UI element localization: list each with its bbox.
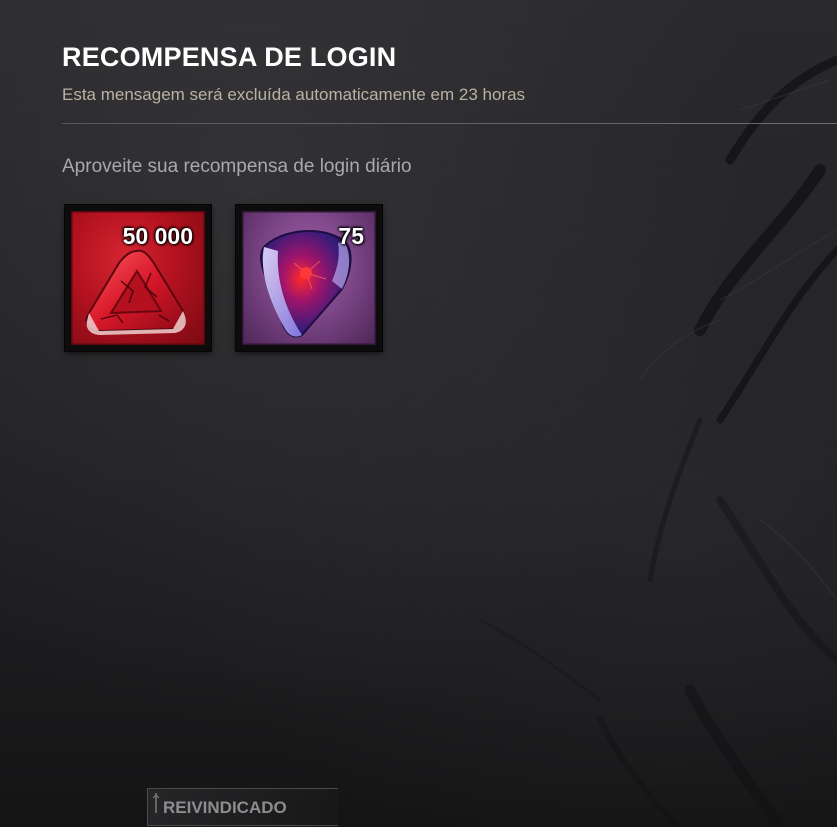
message-panel: RECOMPENSA DE LOGIN Esta mensagem será e…	[0, 0, 837, 827]
message-body: Aproveite sua recompensa de login diário	[62, 156, 412, 177]
auto-delete-notice: Esta mensagem será excluída automaticame…	[62, 85, 526, 104]
reward-tile: 50 000	[71, 211, 205, 345]
header-divider	[62, 123, 837, 124]
reward-amount: 50 000	[122, 223, 193, 249]
message-title: RECOMPENSA DE LOGIN	[62, 42, 397, 72]
claim-status-icon	[152, 793, 160, 813]
claimed-button-label: REIVINDICADO	[163, 798, 287, 817]
reward-item-bloodpoints[interactable]: 50 000	[65, 205, 211, 351]
reward-amount: 75	[338, 223, 364, 249]
claimed-button[interactable]: REIVINDICADO	[147, 788, 338, 826]
background-claw-art	[478, 55, 837, 827]
reward-tile: 75	[242, 211, 376, 345]
reward-item-iridescent-shards[interactable]: 75	[236, 205, 382, 351]
